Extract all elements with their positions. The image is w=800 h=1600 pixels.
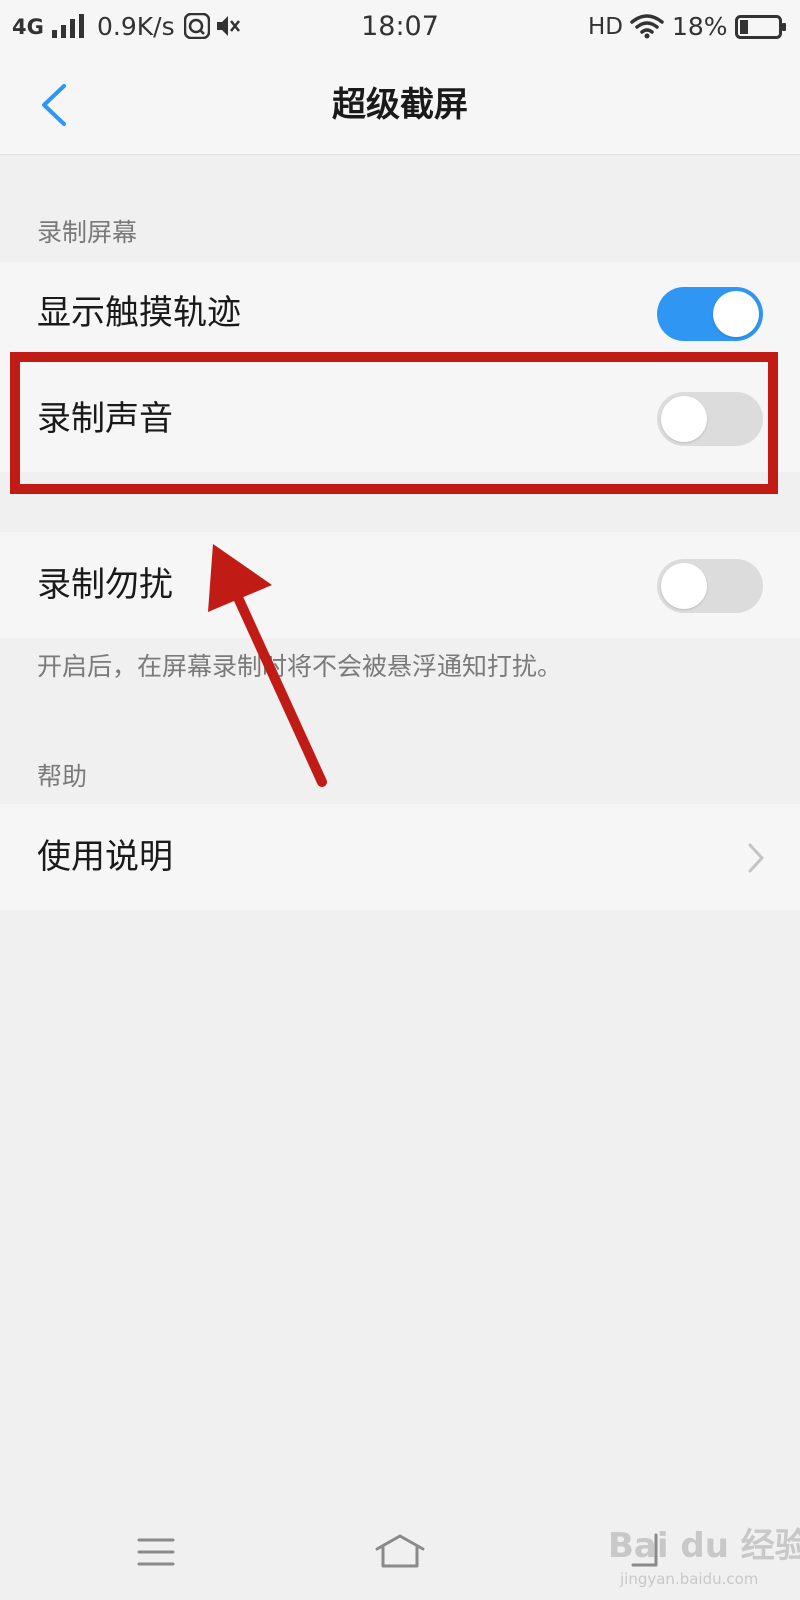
setting-row-do-not-disturb[interactable]: 录制勿扰: [0, 532, 800, 638]
watermark-url: jingyan.baidu.com: [620, 1570, 759, 1588]
do-not-disturb-toggle[interactable]: [657, 559, 763, 613]
toggle-knob: [713, 291, 759, 337]
status-bar: 4G 0.9K/s 18:07 HD 18%: [0, 0, 800, 54]
instructions-label: 使用说明: [37, 837, 173, 877]
setting-row-instructions[interactable]: 使用说明: [0, 804, 800, 910]
do-not-disturb-hint: 开启后，在屏幕录制时将不会被悬浮通知打扰。: [37, 652, 563, 681]
menu-icon[interactable]: [137, 1536, 175, 1568]
section-header-record: 录制屏幕: [37, 218, 138, 247]
page-title: 超级截屏: [332, 85, 468, 125]
nav-header: 超级截屏: [0, 54, 800, 155]
do-not-disturb-label: 录制勿扰: [37, 565, 173, 605]
chevron-right-icon: [748, 843, 764, 873]
home-icon[interactable]: [374, 1533, 426, 1569]
hd-indicator: HD: [588, 14, 624, 40]
show-touches-toggle[interactable]: [657, 287, 763, 341]
screen: 4G 0.9K/s 18:07 HD 18% 超级截屏 录制屏幕 显示触摸轨迹 …: [0, 0, 800, 1600]
section-header-help: 帮助: [37, 762, 88, 791]
wifi-icon: [630, 14, 664, 39]
toggle-knob: [661, 563, 707, 609]
show-touches-label: 显示触摸轨迹: [37, 293, 241, 333]
watermark-text: Bai du 经验: [608, 1526, 800, 1566]
annotation-highlight-box: [10, 352, 778, 494]
battery-percent: 18%: [672, 12, 728, 41]
battery-icon: [735, 15, 786, 39]
setting-row-show-touches[interactable]: 显示触摸轨迹: [0, 262, 800, 366]
